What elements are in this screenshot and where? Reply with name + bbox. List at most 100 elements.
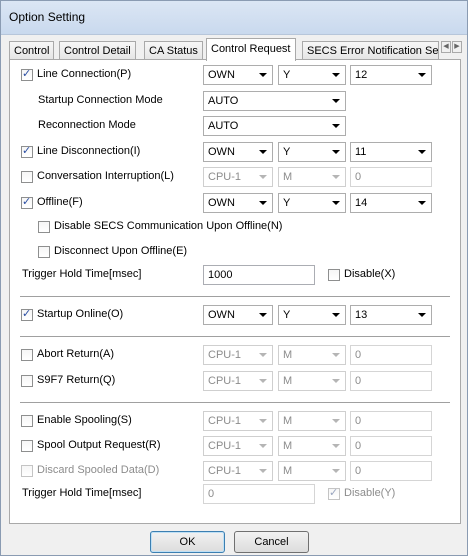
conversation-interruption-device-select[interactable]: M	[278, 167, 346, 187]
chevron-down-icon	[332, 419, 340, 423]
discard-spooled-station-select[interactable]: CPU-1	[203, 461, 273, 481]
window-title: Option Setting	[9, 10, 86, 24]
disable-x-checkbox[interactable]	[328, 269, 340, 281]
spool-output-number-field[interactable]: 0	[350, 436, 432, 456]
startup-online-number-select[interactable]: 13	[350, 305, 432, 325]
tab-control[interactable]: Control	[9, 41, 55, 60]
line-connection-number-select[interactable]: 12	[350, 65, 432, 85]
tab-control-request[interactable]: Control Request	[206, 38, 296, 61]
line-connection-device-select[interactable]: Y	[278, 65, 346, 85]
line-connection-checkbox[interactable]	[21, 67, 33, 81]
chevron-down-icon	[332, 73, 340, 77]
abort-return-number-field[interactable]: 0	[350, 345, 432, 365]
conversation-interruption-checkbox[interactable]	[21, 171, 33, 183]
chevron-down-icon	[259, 313, 267, 317]
discard-spooled-checkbox[interactable]	[21, 465, 33, 477]
tab-scroll-right-icon[interactable]: ▶	[452, 41, 462, 53]
startup-connection-mode-row: Startup Connection Mode AUTO	[10, 91, 460, 111]
line-disconnection-station-select[interactable]: OWN	[203, 142, 273, 162]
startup-connection-mode-select[interactable]: AUTO	[203, 91, 346, 111]
disconnect-offline-checkbox[interactable]	[38, 246, 50, 258]
disable-y-label: Disable(Y)	[344, 487, 396, 499]
chevron-down-icon	[259, 469, 267, 473]
reconnection-mode-row: Reconnection Mode AUTO	[10, 116, 460, 136]
option-setting-window: Option Setting Control Control Detail CA…	[0, 0, 468, 556]
s9f7-return-device-select[interactable]: M	[278, 371, 346, 391]
line-connection-station-select[interactable]: OWN	[203, 65, 273, 85]
chevron-down-icon	[332, 150, 340, 154]
ok-button[interactable]: OK	[150, 531, 225, 553]
trigger-hold-time-row: Trigger Hold Time[msec] 1000 Disable(X)	[10, 265, 460, 285]
chevron-down-icon	[259, 73, 267, 77]
tab-ca-status[interactable]: CA Status	[144, 41, 203, 60]
line-disconnection-checkbox[interactable]	[21, 144, 33, 158]
cancel-button[interactable]: Cancel	[234, 531, 309, 553]
enable-spooling-checkbox[interactable]	[21, 415, 33, 427]
tab-scroll-left-icon[interactable]: ◀	[441, 41, 451, 53]
enable-spooling-station-select[interactable]: CPU-1	[203, 411, 273, 431]
discard-spooled-number-field[interactable]: 0	[350, 461, 432, 481]
line-connection-label: Line Connection(P)	[37, 68, 132, 80]
line-connection-row: Line Connection(P) OWN Y 12	[10, 65, 460, 85]
chevron-down-icon	[332, 175, 340, 179]
startup-online-row: Startup Online(O) OWN Y 13	[10, 305, 460, 325]
chevron-down-icon	[332, 353, 340, 357]
offline-number-select[interactable]: 14	[350, 193, 432, 213]
chevron-down-icon	[259, 353, 267, 357]
chevron-down-icon	[259, 150, 267, 154]
chevron-down-icon	[418, 73, 426, 77]
startup-online-station-select[interactable]: OWN	[203, 305, 273, 325]
disable-secs-row: Disable SECS Communication Upon Offline(…	[10, 217, 460, 237]
discard-spooled-row: Discard Spooled Data(D) CPU-1 M 0	[10, 461, 460, 481]
chevron-down-icon	[332, 379, 340, 383]
divider	[20, 336, 450, 337]
spool-output-label: Spool Output Request(R)	[37, 439, 161, 451]
tab-control-detail[interactable]: Control Detail	[59, 41, 136, 60]
spool-output-station-select[interactable]: CPU-1	[203, 436, 273, 456]
trigger-hold-time-2-field[interactable]: 0	[203, 484, 315, 504]
enable-spooling-device-select[interactable]: M	[278, 411, 346, 431]
discard-spooled-device-select[interactable]: M	[278, 461, 346, 481]
tab-secs-error-notification[interactable]: SECS Error Notification Se	[302, 41, 439, 60]
conversation-interruption-station-select[interactable]: CPU-1	[203, 167, 273, 187]
abort-return-label: Abort Return(A)	[37, 348, 115, 360]
spool-output-checkbox[interactable]	[21, 440, 33, 452]
chevron-down-icon	[259, 175, 267, 179]
chevron-down-icon	[259, 444, 267, 448]
line-disconnection-number-select[interactable]: 11	[350, 142, 432, 162]
enable-spooling-number-field[interactable]: 0	[350, 411, 432, 431]
disconnect-offline-row: Disconnect Upon Offline(E)	[10, 242, 460, 262]
abort-return-checkbox[interactable]	[21, 349, 33, 361]
s9f7-return-label: S9F7 Return(Q)	[37, 374, 116, 386]
abort-return-device-select[interactable]: M	[278, 345, 346, 365]
line-disconnection-row: Line Disconnection(I) OWN Y 11	[10, 142, 460, 162]
s9f7-return-number-field[interactable]: 0	[350, 371, 432, 391]
line-disconnection-label: Line Disconnection(I)	[37, 145, 141, 157]
startup-online-checkbox[interactable]	[21, 307, 33, 321]
chevron-down-icon	[259, 379, 267, 383]
s9f7-return-checkbox[interactable]	[21, 375, 33, 387]
conversation-interruption-number-field[interactable]: 0	[350, 167, 432, 187]
conversation-interruption-label: Conversation Interruption(L)	[37, 170, 174, 182]
offline-station-select[interactable]: OWN	[203, 193, 273, 213]
trigger-hold-time-label: Trigger Hold Time[msec]	[22, 268, 142, 280]
offline-checkbox[interactable]	[21, 195, 33, 209]
spool-output-device-select[interactable]: M	[278, 436, 346, 456]
offline-device-select[interactable]: Y	[278, 193, 346, 213]
reconnection-mode-select[interactable]: AUTO	[203, 116, 346, 136]
trigger-hold-time-field[interactable]: 1000	[203, 265, 315, 285]
disable-y-checkbox[interactable]	[328, 486, 340, 500]
chevron-down-icon	[418, 313, 426, 317]
trigger-hold-time-2-row: Trigger Hold Time[msec] 0 Disable(Y)	[10, 484, 460, 504]
disable-secs-checkbox[interactable]	[38, 221, 50, 233]
chevron-down-icon	[259, 419, 267, 423]
conversation-interruption-row: Conversation Interruption(L) CPU-1 M 0	[10, 167, 460, 187]
abort-return-station-select[interactable]: CPU-1	[203, 345, 273, 365]
chevron-down-icon	[332, 201, 340, 205]
abort-return-row: Abort Return(A) CPU-1 M 0	[10, 345, 460, 365]
line-disconnection-device-select[interactable]: Y	[278, 142, 346, 162]
startup-online-label: Startup Online(O)	[37, 308, 124, 320]
s9f7-return-station-select[interactable]: CPU-1	[203, 371, 273, 391]
startup-online-device-select[interactable]: Y	[278, 305, 346, 325]
discard-spooled-label: Discard Spooled Data(D)	[37, 464, 160, 476]
